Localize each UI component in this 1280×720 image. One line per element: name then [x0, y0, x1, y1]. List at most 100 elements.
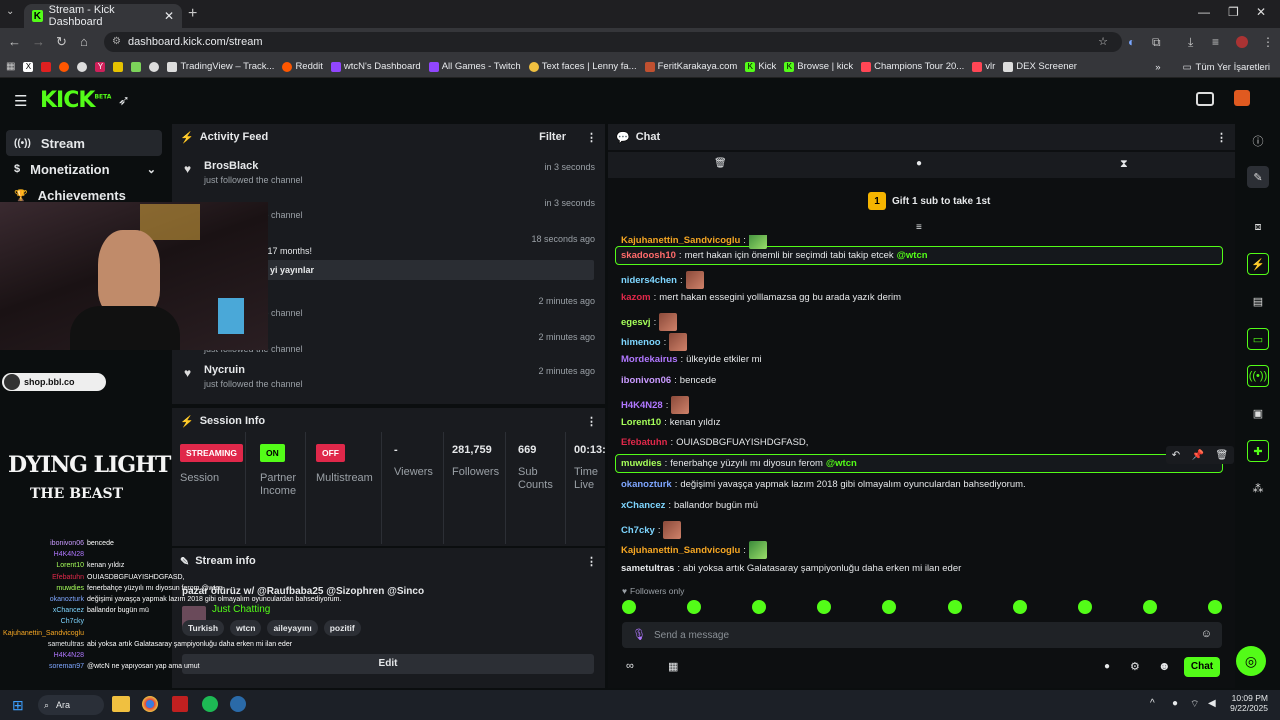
- emote-menu-icon[interactable]: ☻: [1158, 659, 1171, 673]
- points-icon[interactable]: ∞: [626, 660, 634, 672]
- all-bookmarks-link[interactable]: Tüm Yer İşaretleri: [1196, 62, 1270, 73]
- extension-icon[interactable]: ◐: [1128, 35, 1135, 49]
- steam-icon[interactable]: [230, 696, 246, 712]
- close-tab-icon[interactable]: ✕: [164, 9, 174, 23]
- bookmark-champions[interactable]: Champions Tour 20...: [861, 61, 964, 72]
- quick-action-icon[interactable]: ⚡: [1247, 253, 1269, 275]
- bookmark-x-icon[interactable]: X: [23, 61, 34, 72]
- minimize-icon[interactable]: —: [1198, 5, 1210, 19]
- bookmark-lenny[interactable]: Text faces | Lenny fa...: [528, 61, 637, 72]
- chat-username[interactable]: skadoosh10: [621, 250, 676, 261]
- chat-bubble-icon[interactable]: ●: [1104, 661, 1110, 672]
- chat-username[interactable]: himenoo: [621, 337, 661, 348]
- info-icon[interactable]: ⓘ: [1247, 130, 1269, 152]
- kebab-menu-icon[interactable]: ⋮: [586, 131, 597, 144]
- kick-logo[interactable]: KICKBETA: [40, 88, 111, 113]
- layout-icon[interactable]: ▣: [1247, 402, 1269, 424]
- edit-stream-icon[interactable]: ✎: [1247, 166, 1269, 188]
- reload-icon[interactable]: ↻: [56, 34, 67, 50]
- chat-username[interactable]: H4K4N28: [621, 400, 663, 411]
- rocket-icon[interactable]: ➶: [118, 92, 130, 109]
- pin-icon[interactable]: 📌: [1192, 450, 1204, 461]
- file-explorer-icon[interactable]: [112, 696, 130, 712]
- bookmark-twitch[interactable]: All Games - Twitch: [428, 61, 521, 72]
- apps-icon[interactable]: ▦: [6, 61, 15, 72]
- browser-tab[interactable]: K Stream - Kick Dashboard ✕: [24, 4, 182, 28]
- chat-username[interactable]: Kajuhanettin_Sandvicoglu: [621, 545, 740, 556]
- support-icon[interactable]: ◎: [1236, 646, 1266, 676]
- clip-icon[interactable]: [1196, 92, 1214, 106]
- microphone-icon[interactable]: 🎙: [632, 628, 646, 641]
- quick-emote-icon[interactable]: [817, 600, 832, 614]
- tab-search-icon[interactable]: ⌄: [6, 6, 14, 17]
- clipboard-icon[interactable]: ▤: [1247, 290, 1269, 312]
- tools-icon[interactable]: ✚: [1247, 440, 1269, 462]
- volume-icon[interactable]: ◀: [1208, 698, 1216, 709]
- chat-username[interactable]: muwdies: [621, 458, 662, 469]
- back-icon[interactable]: ←: [8, 34, 21, 49]
- partner-income-toggle[interactable]: ON: [260, 444, 285, 462]
- tray-mic-icon[interactable]: ●: [1172, 698, 1178, 709]
- slow-mode-icon[interactable]: ⧗: [1120, 158, 1128, 171]
- chat-input[interactable]: 🎙 Send a message ☺: [622, 622, 1222, 648]
- network-icon[interactable]: ⌔: [1190, 698, 1199, 711]
- bookmark-gold-icon[interactable]: [113, 61, 124, 72]
- chat-username[interactable]: Efebatuhn: [621, 437, 667, 448]
- chat-mode-icon[interactable]: ●: [916, 158, 922, 169]
- bookmark-y-icon[interactable]: Y: [95, 61, 106, 72]
- tray-chevron-icon[interactable]: ^: [1150, 698, 1155, 709]
- spotify-icon[interactable]: [202, 696, 218, 712]
- edit-button[interactable]: Edit: [182, 654, 594, 674]
- app-icon[interactable]: [172, 696, 188, 712]
- bookmark-kick[interactable]: K Kick: [745, 61, 776, 72]
- home-icon[interactable]: ⌂: [80, 34, 88, 49]
- multistream-toggle[interactable]: OFF: [316, 444, 345, 462]
- bookmark-browse-kick[interactable]: K Browse | kick: [784, 61, 853, 72]
- trash-icon[interactable]: 🗑: [714, 158, 727, 169]
- url-bar[interactable]: ⚙ dashboard.kick.com/stream ☆: [104, 32, 1122, 52]
- store-icon[interactable]: ▦: [668, 660, 678, 673]
- quick-emote-icon[interactable]: [1142, 600, 1157, 614]
- pinned-toggle-icon[interactable]: ≡: [916, 222, 922, 233]
- settings-gear-icon[interactable]: ⚙: [1130, 660, 1140, 673]
- chat-username[interactable]: ibonivon06: [621, 375, 671, 386]
- bookmark-globe2-icon[interactable]: [149, 61, 160, 72]
- taskbar-search[interactable]: ⌕ Ara: [38, 695, 104, 715]
- bookmark-star-icon[interactable]: ☆: [1098, 32, 1108, 52]
- bookmark-youtube-icon[interactable]: [41, 61, 52, 72]
- extensions-puzzle-icon[interactable]: ⧉: [1152, 35, 1161, 50]
- quick-emote-icon[interactable]: [687, 600, 702, 614]
- quick-emote-icon[interactable]: [622, 600, 636, 614]
- chat-username[interactable]: niders4chen: [621, 275, 677, 286]
- quick-emote-icon[interactable]: [1207, 600, 1222, 614]
- reply-icon[interactable]: ↶: [1172, 450, 1180, 461]
- send-chat-button[interactable]: Chat: [1184, 657, 1220, 677]
- forward-icon[interactable]: →: [32, 34, 45, 49]
- chat-username[interactable]: xChancez: [621, 500, 665, 511]
- chrome-icon[interactable]: [142, 696, 158, 712]
- bookmark-globe-icon[interactable]: [77, 61, 88, 72]
- bookmark-vlr[interactable]: vlr: [972, 61, 995, 72]
- chat-username[interactable]: Ch7cky: [621, 525, 655, 536]
- sidebar-item-stream[interactable]: ((•)) Stream: [6, 130, 162, 156]
- quick-emote-icon[interactable]: [947, 600, 962, 614]
- emoji-icon[interactable]: ☺: [1201, 628, 1212, 640]
- kebab-menu-icon[interactable]: ⋮: [1216, 131, 1227, 144]
- profile-avatar[interactable]: [1236, 36, 1248, 48]
- quick-emote-icon[interactable]: [752, 600, 767, 614]
- close-window-icon[interactable]: ✕: [1256, 5, 1266, 19]
- bookmark-reddit-small-icon[interactable]: [59, 61, 70, 72]
- clock[interactable]: 10:09 PM 9/22/2025: [1228, 693, 1268, 713]
- new-tab-icon[interactable]: +: [188, 5, 197, 23]
- quick-emote-icon[interactable]: [882, 600, 897, 614]
- chat-username[interactable]: Mordekairus: [621, 354, 678, 365]
- kebab-menu-icon[interactable]: ⋮: [586, 555, 597, 568]
- chat-username[interactable]: okanozturk: [621, 479, 672, 490]
- chat-mention[interactable]: @wtcn: [826, 458, 857, 469]
- capture-icon[interactable]: ⧈: [1247, 216, 1269, 238]
- chat-mention[interactable]: @wtcn: [897, 250, 928, 261]
- site-info-icon[interactable]: ⚙: [112, 32, 121, 52]
- chat-username[interactable]: Kajuhanettin_Sandvicoglu: [621, 235, 740, 246]
- bookmark-reddit[interactable]: Reddit: [282, 61, 323, 72]
- browser-menu-icon[interactable]: ⋮: [1262, 35, 1274, 49]
